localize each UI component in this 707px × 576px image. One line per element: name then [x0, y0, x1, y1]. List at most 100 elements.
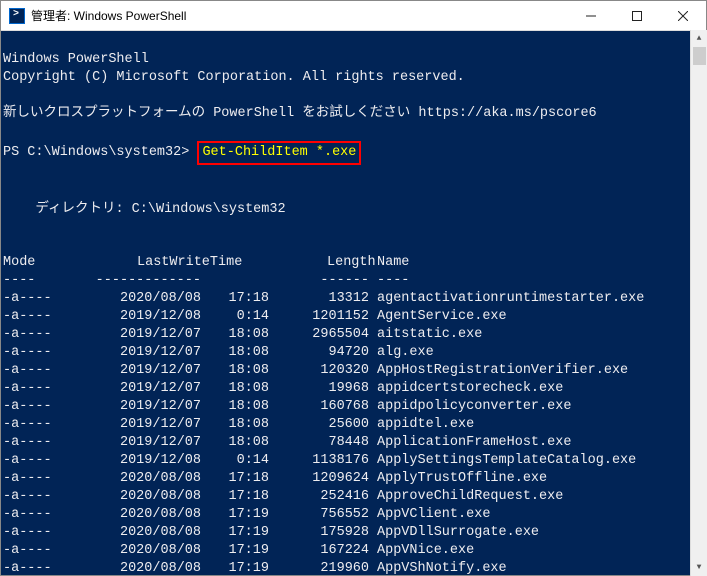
cell-date: 2019/12/07 [93, 380, 201, 398]
cell-time: 18:08 [201, 362, 269, 380]
cell-time: 18:08 [201, 326, 269, 344]
cell-date: 2019/12/07 [93, 344, 201, 362]
cell-time: 18:08 [201, 380, 269, 398]
cell-date: 2019/12/08 [93, 452, 201, 470]
cell-mode: -a---- [3, 380, 93, 398]
cell-name: AppVNice.exe [369, 542, 474, 560]
hint-line: 新しいクロスプラットフォームの PowerShell をお試しください http… [3, 106, 597, 121]
table-row: -a----2019/12/0718:08120320AppHostRegist… [3, 362, 706, 380]
cell-date: 2020/08/08 [93, 290, 201, 308]
banner-line: Copyright (C) Microsoft Corporation. All… [3, 70, 465, 85]
vertical-scrollbar[interactable]: ▲ ▼ [690, 30, 707, 576]
table-row: -a----2020/08/0817:19756552AppVClient.ex… [3, 506, 706, 524]
close-button[interactable] [660, 1, 706, 30]
cell-date: 2019/12/07 [93, 416, 201, 434]
cell-time: 0:14 [201, 452, 269, 470]
cell-name: ApproveChildRequest.exe [369, 488, 563, 506]
cell-length: 94720 [269, 344, 369, 362]
cell-date: 2019/12/08 [93, 308, 201, 326]
command-highlight-box: Get-ChildItem *.exe [197, 141, 361, 165]
cell-length: 756552 [269, 506, 369, 524]
scroll-thumb[interactable] [693, 47, 706, 65]
table-row: -a----2019/12/0718:0878448ApplicationFra… [3, 434, 706, 452]
table-row: -a----2019/12/0718:082965504aitstatic.ex… [3, 326, 706, 344]
cell-time: 17:18 [201, 470, 269, 488]
cell-mode: -a---- [3, 344, 93, 362]
cell-length: 167224 [269, 542, 369, 560]
prompt: PS C:\Windows\system32> [3, 145, 189, 160]
cell-name: AppVClient.exe [369, 506, 490, 524]
table-body: -a----2020/08/0817:1813312agentactivatio… [3, 290, 706, 575]
cell-name: AppVShNotify.exe [369, 560, 507, 575]
cell-time: 18:08 [201, 398, 269, 416]
table-row: -a----2020/08/0817:181209624ApplyTrustOf… [3, 470, 706, 488]
cell-length: 120320 [269, 362, 369, 380]
cell-time: 17:19 [201, 560, 269, 575]
table-row: -a----2020/08/0817:18252416ApproveChildR… [3, 488, 706, 506]
cell-date: 2019/12/07 [93, 398, 201, 416]
cell-date: 2020/08/08 [93, 488, 201, 506]
table-row: -a----2020/08/0817:1813312agentactivatio… [3, 290, 706, 308]
cell-name: aitstatic.exe [369, 326, 482, 344]
minimize-button[interactable] [568, 1, 614, 30]
window-controls [568, 1, 706, 30]
cell-name: ApplySettingsTemplateCatalog.exe [369, 452, 636, 470]
cell-length: 1209624 [269, 470, 369, 488]
cell-time: 18:08 [201, 416, 269, 434]
cell-date: 2020/08/08 [93, 524, 201, 542]
cell-mode: -a---- [3, 362, 93, 380]
cell-mode: -a---- [3, 488, 93, 506]
table-row: -a----2019/12/0718:08160768appidpolicyco… [3, 398, 706, 416]
cell-date: 2020/08/08 [93, 542, 201, 560]
cell-length: 219960 [269, 560, 369, 575]
cell-length: 1201152 [269, 308, 369, 326]
table-row: -a----2019/12/080:141201152AgentService.… [3, 308, 706, 326]
cell-date: 2019/12/07 [93, 326, 201, 344]
cell-date: 2020/08/08 [93, 506, 201, 524]
cell-name: AppHostRegistrationVerifier.exe [369, 362, 628, 380]
window-titlebar[interactable]: 管理者: Windows PowerShell [1, 1, 706, 31]
cell-time: 17:19 [201, 524, 269, 542]
table-row: -a----2020/08/0817:19167224AppVNice.exe [3, 542, 706, 560]
scroll-up-arrow[interactable]: ▲ [691, 30, 707, 47]
cell-mode: -a---- [3, 326, 93, 344]
header-lastwritetime: LastWriteTime [93, 254, 269, 272]
cell-name: appidcertstorecheck.exe [369, 380, 563, 398]
header-mode: Mode [3, 254, 93, 272]
cell-date: 2019/12/07 [93, 434, 201, 452]
cell-length: 19968 [269, 380, 369, 398]
cell-length: 252416 [269, 488, 369, 506]
banner-line: Windows PowerShell [3, 52, 149, 67]
table-row: -a----2019/12/0718:0894720alg.exe [3, 344, 706, 362]
cell-time: 18:08 [201, 344, 269, 362]
table-row: -a----2019/12/080:141138176ApplySettings… [3, 452, 706, 470]
cell-name: ApplyTrustOffline.exe [369, 470, 547, 488]
cell-mode: -a---- [3, 434, 93, 452]
cell-time: 0:14 [201, 308, 269, 326]
scroll-down-arrow[interactable]: ▼ [691, 559, 707, 576]
cell-mode: -a---- [3, 524, 93, 542]
terminal-output[interactable]: Windows PowerShell Copyright (C) Microso… [1, 31, 706, 575]
cell-name: AppVDllSurrogate.exe [369, 524, 539, 542]
powershell-icon [9, 8, 25, 24]
command-text: Get-ChildItem *.exe [202, 145, 356, 160]
cell-mode: -a---- [3, 542, 93, 560]
cell-mode: -a---- [3, 416, 93, 434]
cell-mode: -a---- [3, 290, 93, 308]
cell-name: appidpolicyconverter.exe [369, 398, 571, 416]
cell-length: 175928 [269, 524, 369, 542]
maximize-button[interactable] [614, 1, 660, 30]
cell-name: agentactivationruntimestarter.exe [369, 290, 644, 308]
table-row: -a----2019/12/0718:0819968appidcertstore… [3, 380, 706, 398]
cell-length: 25600 [269, 416, 369, 434]
directory-line: ディレクトリ: C:\Windows\system32 [3, 202, 286, 217]
cell-date: 2019/12/07 [93, 362, 201, 380]
table-row: -a----2020/08/0817:19219960AppVShNotify.… [3, 560, 706, 575]
table-header: ModeLastWriteTimeLengthName [3, 254, 706, 272]
cell-length: 2965504 [269, 326, 369, 344]
cell-length: 78448 [269, 434, 369, 452]
cell-name: ApplicationFrameHost.exe [369, 434, 571, 452]
table-header-rule: --------------------------- [3, 272, 706, 290]
cell-mode: -a---- [3, 398, 93, 416]
cell-length: 1138176 [269, 452, 369, 470]
